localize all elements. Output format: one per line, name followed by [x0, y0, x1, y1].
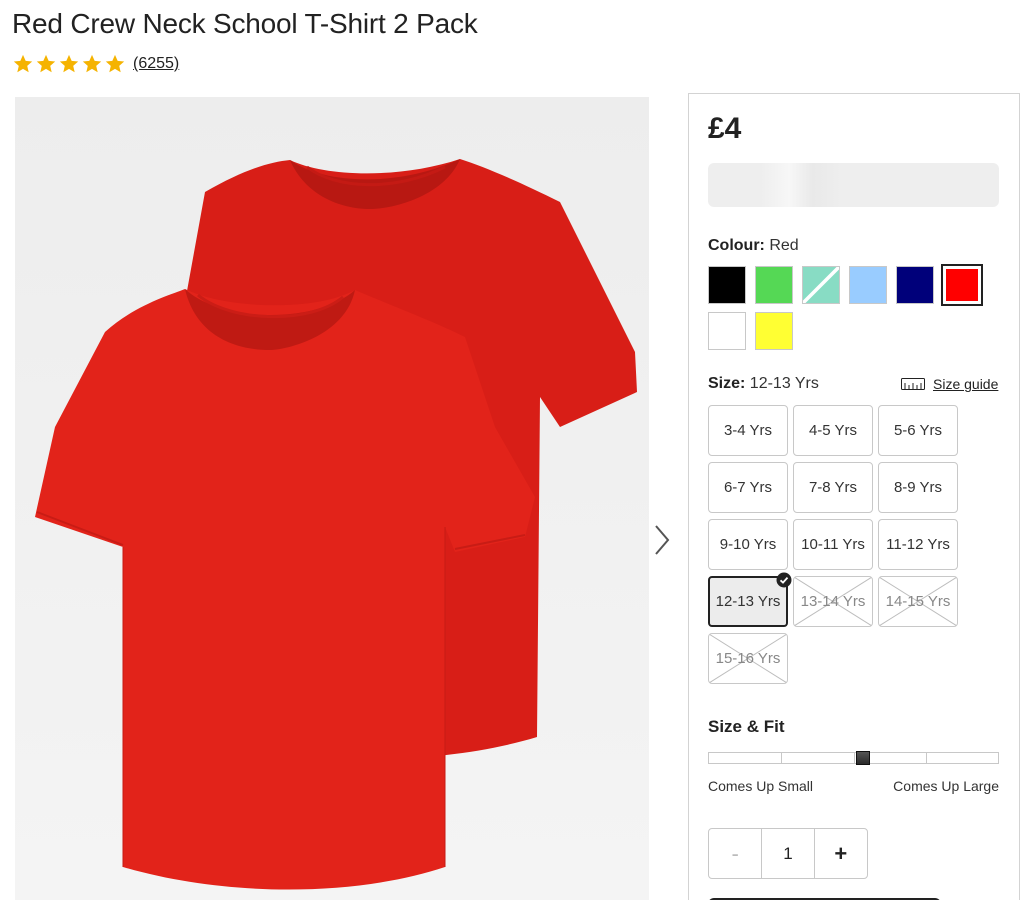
size-option-label: 3-4 Yrs — [723, 422, 773, 439]
colour-swatch-yellow[interactable] — [755, 312, 793, 350]
product-rating: (6255) — [12, 53, 179, 75]
size-option[interactable]: 5-6 Yrs — [878, 405, 958, 456]
size-option-label: 4-5 Yrs — [808, 422, 858, 439]
star-icon — [105, 54, 125, 73]
size-option-label: 14-15 Yrs — [885, 593, 951, 610]
size-option[interactable]: 12-13 Yrs — [708, 572, 792, 627]
size-option[interactable]: 13-14 Yrs — [793, 576, 873, 627]
fit-min-label: Comes Up Small — [708, 778, 814, 794]
fit-scale-divider — [925, 753, 927, 763]
quantity-input[interactable]: 1 — [761, 829, 815, 878]
product-image-gallery — [15, 97, 649, 900]
size-option[interactable]: 14-15 Yrs — [878, 576, 958, 627]
size-option[interactable]: 15-16 Yrs — [708, 633, 788, 684]
quantity-stepper: - 1 + — [708, 828, 868, 879]
product-price: £4 — [708, 112, 742, 145]
colour-swatch-black[interactable] — [708, 266, 746, 304]
star-icon — [13, 54, 33, 73]
quantity-increase-button[interactable]: + — [815, 829, 867, 878]
colour-value: Red — [769, 237, 799, 254]
size-option-label: 8-9 Yrs — [893, 479, 943, 496]
size-guide-label: Size guide — [933, 376, 999, 392]
next-image-arrow-icon[interactable] — [650, 520, 676, 560]
colour-swatch-mint-green[interactable] — [802, 266, 840, 304]
colour-swatch-white[interactable] — [708, 312, 746, 350]
size-option-label: 12-13 Yrs — [715, 593, 781, 610]
size-option[interactable]: 9-10 Yrs — [708, 519, 788, 570]
product-image — [15, 97, 649, 900]
size-option[interactable]: 11-12 Yrs — [878, 519, 958, 570]
size-label: Size: — [708, 375, 746, 392]
size-options: 3-4 Yrs 4-5 Yrs 5-6 Yrs 6-7 Yrs 7-8 Yrs 8-9 Y… — [708, 405, 968, 695]
size-heading: Size: 12-13 Yrs — [708, 375, 819, 393]
size-option[interactable]: 3-4 Yrs — [708, 405, 788, 456]
product-title: Red Crew Neck School T-Shirt 2 Pack — [12, 8, 478, 39]
size-option-label: 7-8 Yrs — [808, 479, 858, 496]
colour-swatch-navy[interactable] — [896, 266, 934, 304]
fit-max-label: Comes Up Large — [893, 778, 999, 794]
rating-stars — [12, 53, 126, 75]
size-option-label: 9-10 Yrs — [719, 536, 777, 553]
colour-swatch-light-blue[interactable] — [849, 266, 887, 304]
size-fit-scale — [708, 751, 999, 765]
star-icon — [59, 54, 79, 73]
size-option-label: 5-6 Yrs — [893, 422, 943, 439]
size-option-label: 11-12 Yrs — [886, 536, 950, 553]
size-guide-link[interactable]: Size guide — [901, 376, 998, 392]
size-option[interactable]: 8-9 Yrs — [878, 462, 958, 513]
size-option[interactable]: 10-11 Yrs — [793, 519, 873, 570]
size-option-label: 13-14 Yrs — [800, 593, 866, 610]
colour-label: Colour: — [708, 237, 765, 254]
size-option[interactable]: 6-7 Yrs — [708, 462, 788, 513]
colour-swatch-red[interactable] — [941, 264, 983, 306]
fit-scale-divider — [853, 753, 855, 763]
colour-heading: Colour: Red — [708, 237, 799, 255]
size-option[interactable]: 4-5 Yrs — [793, 405, 873, 456]
size-value: 12-13 Yrs — [749, 375, 819, 392]
size-option-label: 15-16 Yrs — [715, 650, 781, 667]
product-options-panel: £4 Colour: Red Size: 12-13 Yrs Size guid… — [688, 93, 1020, 900]
review-count-link[interactable]: (6255) — [133, 55, 179, 73]
star-icon — [82, 54, 102, 73]
checkmark-icon — [776, 572, 792, 588]
size-fit-marker — [855, 751, 870, 765]
loading-placeholder — [708, 163, 999, 207]
ruler-icon — [901, 378, 925, 390]
star-icon — [36, 54, 56, 73]
size-option-label: 10-11 Yrs — [801, 536, 865, 553]
fit-scale-divider — [781, 753, 783, 763]
quantity-decrease-button[interactable]: - — [709, 829, 761, 878]
size-fit-heading: Size & Fit — [708, 717, 785, 736]
size-option-label: 6-7 Yrs — [723, 479, 773, 496]
size-option[interactable]: 7-8 Yrs — [793, 462, 873, 513]
colour-swatch-green[interactable] — [755, 266, 793, 304]
